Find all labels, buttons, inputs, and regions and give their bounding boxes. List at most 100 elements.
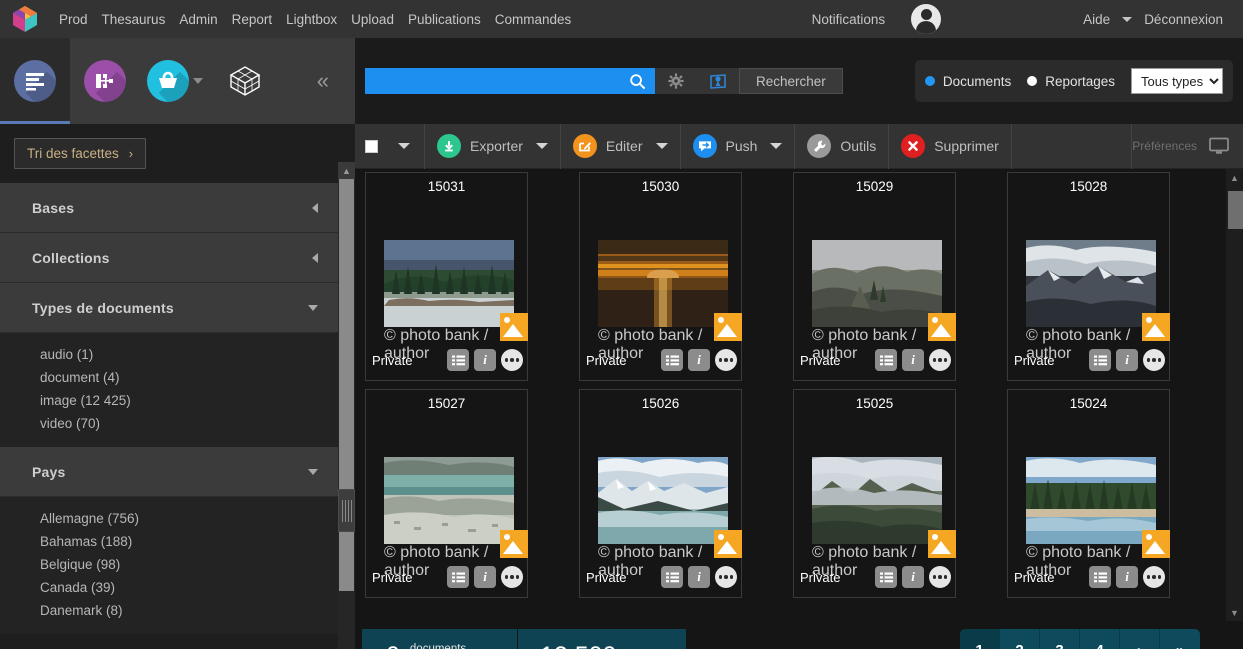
table-row[interactable]: 15026 © photo bank / author bbox=[579, 389, 742, 598]
radio-documents[interactable]: Documents bbox=[925, 74, 1011, 89]
info-icon[interactable]: i bbox=[688, 349, 710, 371]
card-thumbnail[interactable]: © photo bank / author bbox=[1026, 457, 1156, 544]
chevron-down-icon[interactable] bbox=[536, 143, 548, 149]
facet-item-image[interactable]: image (12 425) bbox=[0, 389, 338, 412]
facet-item-bahamas[interactable]: Bahamas (188) bbox=[0, 530, 338, 553]
card-thumbnail[interactable]: © photo bank / author bbox=[1026, 240, 1156, 327]
facet-sort-button[interactable]: Tri des facettes › bbox=[14, 138, 146, 169]
facet-item-belgique[interactable]: Belgique (98) bbox=[0, 553, 338, 576]
help-link[interactable]: Aide bbox=[1075, 8, 1118, 31]
page-button-1[interactable]: 1 bbox=[960, 629, 1000, 649]
chevron-down-icon[interactable] bbox=[398, 143, 410, 149]
facet-group-bases[interactable]: Bases bbox=[0, 183, 338, 233]
page-button-4[interactable]: 4 bbox=[1080, 629, 1120, 649]
chevron-down-icon[interactable] bbox=[193, 78, 203, 84]
last-page-button[interactable]: » bbox=[1160, 629, 1200, 649]
nav-link-upload[interactable]: Upload bbox=[344, 8, 401, 31]
info-icon[interactable]: i bbox=[1116, 566, 1138, 588]
list-icon[interactable] bbox=[447, 349, 469, 371]
nav-link-prod[interactable]: Prod bbox=[52, 8, 95, 31]
page-button-2[interactable]: 2 bbox=[1000, 629, 1040, 649]
monitor-icon[interactable] bbox=[1209, 137, 1229, 155]
preferences-group[interactable]: Préférences bbox=[1132, 124, 1243, 169]
push-button[interactable]: Push bbox=[681, 124, 796, 169]
export-button[interactable]: Exporter bbox=[425, 124, 561, 169]
facet-item-allemagne[interactable]: Allemagne (756) bbox=[0, 507, 338, 530]
info-icon[interactable]: i bbox=[902, 566, 924, 588]
nav-link-admin[interactable]: Admin bbox=[172, 8, 224, 31]
collapse-sidebar-button[interactable]: « bbox=[317, 70, 329, 92]
facet-group-types-de-documents[interactable]: Types de documents bbox=[0, 283, 338, 333]
list-icon[interactable] bbox=[1089, 566, 1111, 588]
search-settings-button[interactable] bbox=[655, 68, 697, 94]
facet-item-document[interactable]: document (4) bbox=[0, 366, 338, 389]
ellipsis-icon[interactable] bbox=[1143, 566, 1165, 588]
info-icon[interactable]: i bbox=[688, 566, 710, 588]
ellipsis-icon[interactable] bbox=[1143, 349, 1165, 371]
user-avatar[interactable] bbox=[911, 4, 941, 34]
search-input[interactable] bbox=[365, 68, 655, 94]
notifications-link[interactable]: Notifications bbox=[804, 8, 894, 31]
scroll-up-icon[interactable]: ▲ bbox=[1226, 169, 1243, 186]
card-thumbnail[interactable]: © photo bank / author bbox=[598, 457, 728, 544]
list-icon[interactable] bbox=[875, 566, 897, 588]
ellipsis-icon[interactable] bbox=[715, 566, 737, 588]
facet-group-collections[interactable]: Collections bbox=[0, 233, 338, 283]
cube-logo-icon[interactable] bbox=[6, 0, 44, 38]
table-row[interactable]: 15031 bbox=[365, 172, 528, 381]
edit-button[interactable]: Editer bbox=[561, 124, 681, 169]
logout-link[interactable]: Déconnexion bbox=[1136, 8, 1231, 31]
info-icon[interactable]: i bbox=[1116, 349, 1138, 371]
ellipsis-icon[interactable] bbox=[715, 349, 737, 371]
sidebar-resize-handle[interactable] bbox=[338, 489, 355, 532]
scroll-up-icon[interactable]: ▲ bbox=[338, 162, 355, 179]
ellipsis-icon[interactable] bbox=[501, 566, 523, 588]
page-button-3[interactable]: 3 bbox=[1040, 629, 1080, 649]
facet-item-danemark[interactable]: Danemark (8) bbox=[0, 599, 338, 622]
facet-item-canada[interactable]: Canada (39) bbox=[0, 576, 338, 599]
magnifier-icon[interactable] bbox=[629, 73, 646, 90]
ellipsis-icon[interactable] bbox=[501, 349, 523, 371]
card-thumbnail[interactable]: © photo bank / author bbox=[384, 240, 514, 327]
chevron-down-icon[interactable] bbox=[656, 143, 668, 149]
card-thumbnail[interactable]: © photo bank / author bbox=[812, 240, 942, 327]
table-row[interactable]: 15030 bbox=[579, 172, 742, 381]
list-icon[interactable] bbox=[875, 349, 897, 371]
ellipsis-icon[interactable] bbox=[929, 566, 951, 588]
results-scrollbar[interactable]: ▲ ▼ bbox=[1226, 169, 1243, 621]
nav-link-thesaurus[interactable]: Thesaurus bbox=[95, 8, 173, 31]
list-icon[interactable] bbox=[661, 566, 683, 588]
radio-reportages[interactable]: Reportages bbox=[1027, 74, 1115, 89]
scroll-down-icon[interactable]: ▼ bbox=[1226, 604, 1243, 621]
info-icon[interactable]: i bbox=[474, 349, 496, 371]
delete-button[interactable]: Supprimer bbox=[889, 124, 1012, 169]
type-select[interactable]: Tous types bbox=[1131, 68, 1223, 94]
list-icon[interactable] bbox=[447, 566, 469, 588]
next-page-button[interactable]: › bbox=[1120, 629, 1160, 649]
nav-link-lightbox[interactable]: Lightbox bbox=[279, 8, 344, 31]
checkbox-icon[interactable] bbox=[365, 140, 378, 153]
table-row[interactable]: 15028 © photo bank / author bbox=[1007, 172, 1170, 381]
sidebar-item-basket[interactable] bbox=[140, 38, 210, 124]
search-submit-button[interactable]: Rechercher bbox=[739, 68, 843, 94]
card-thumbnail[interactable]: © photo bank / author bbox=[384, 457, 514, 544]
sidebar-item-documents[interactable] bbox=[0, 38, 70, 124]
list-icon[interactable] bbox=[661, 349, 683, 371]
sidebar-item-cube[interactable] bbox=[210, 38, 280, 124]
facet-group-pays[interactable]: Pays bbox=[0, 447, 338, 497]
sidebar-item-thesaurus[interactable] bbox=[70, 38, 140, 124]
tools-button[interactable]: Outils bbox=[795, 124, 889, 169]
facet-item-video[interactable]: video (70) bbox=[0, 412, 338, 435]
nav-link-commandes[interactable]: Commandes bbox=[488, 8, 579, 31]
select-all-segment[interactable] bbox=[355, 124, 425, 169]
map-search-button[interactable] bbox=[697, 68, 739, 94]
ellipsis-icon[interactable] bbox=[929, 349, 951, 371]
card-thumbnail[interactable]: © photo bank / author bbox=[812, 457, 942, 544]
info-icon[interactable]: i bbox=[902, 349, 924, 371]
results-scrollbar-thumb[interactable] bbox=[1228, 191, 1243, 229]
table-row[interactable]: 15027 bbox=[365, 389, 528, 598]
chevron-down-icon[interactable] bbox=[1122, 17, 1132, 22]
info-icon[interactable]: i bbox=[474, 566, 496, 588]
list-icon[interactable] bbox=[1089, 349, 1111, 371]
table-row[interactable]: 15024 bbox=[1007, 389, 1170, 598]
